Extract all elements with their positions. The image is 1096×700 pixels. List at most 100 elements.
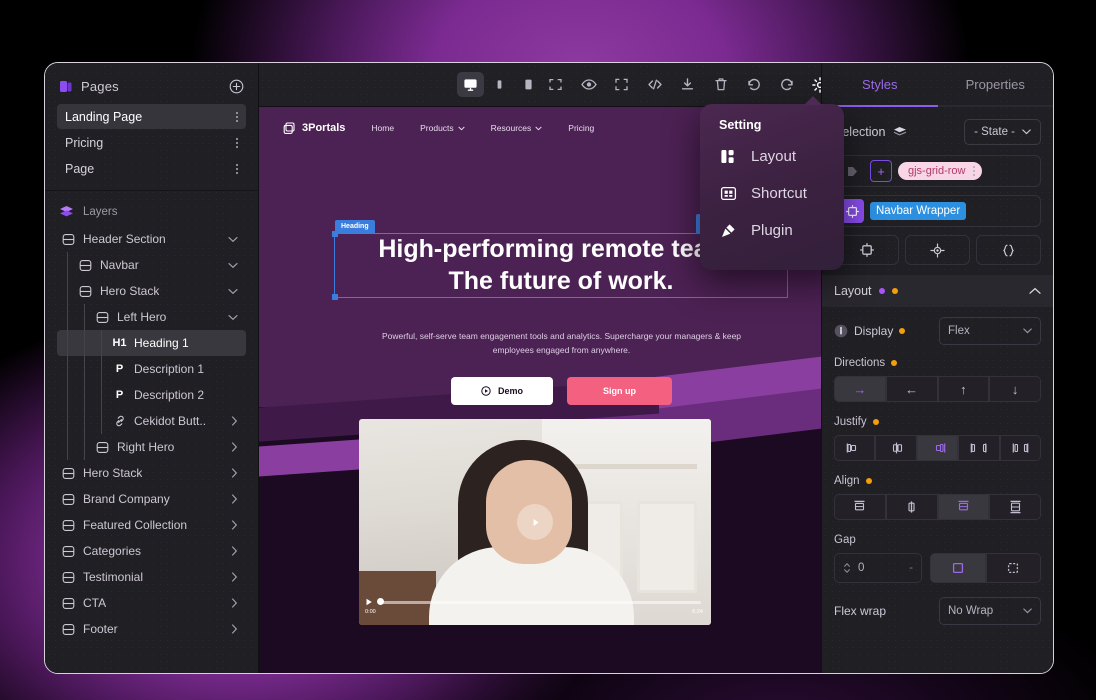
- gap-stepper-icon[interactable]: [843, 562, 851, 574]
- chevron-up-icon[interactable]: [1029, 287, 1041, 295]
- page-item-menu-icon[interactable]: [235, 163, 238, 174]
- class-chip-menu-icon[interactable]: [972, 166, 975, 176]
- add-page-button[interactable]: [229, 79, 244, 94]
- signup-button[interactable]: Sign up: [567, 377, 672, 405]
- align-option-0[interactable]: [834, 494, 886, 520]
- layer-indent-guide: [101, 356, 102, 382]
- redo-button[interactable]: [773, 72, 800, 97]
- chevron-right-icon[interactable]: [231, 572, 238, 582]
- add-class-button[interactable]: +: [870, 160, 892, 182]
- gap-mode-separate[interactable]: [985, 553, 1041, 583]
- left-panel: Pages Landing Page Pricing Page Layers H…: [45, 63, 259, 673]
- layer-item[interactable]: Hero Stack: [57, 278, 246, 304]
- class-chip[interactable]: gjs-grid-row: [898, 162, 983, 180]
- layer-item[interactable]: Footer: [57, 616, 246, 642]
- chevron-right-icon[interactable]: [231, 416, 238, 426]
- device-desktop-button[interactable]: [457, 72, 484, 97]
- align-option-3[interactable]: [989, 494, 1041, 520]
- gap-mode-uniform[interactable]: [930, 553, 986, 583]
- state-dropdown[interactable]: - State -: [964, 119, 1041, 145]
- code-braces-icon-action[interactable]: [976, 235, 1041, 265]
- device-mobile-button[interactable]: [486, 72, 513, 97]
- justify-option-2[interactable]: [916, 435, 959, 461]
- menu-item-layout[interactable]: Layout: [700, 138, 844, 175]
- demo-button[interactable]: Demo: [450, 377, 553, 405]
- chevron-down-icon[interactable]: [228, 262, 238, 269]
- layer-item[interactable]: Categories: [57, 538, 246, 564]
- layer-item[interactable]: Header Section: [57, 226, 246, 252]
- chevron-right-icon[interactable]: [231, 468, 238, 478]
- menu-item-shortcut[interactable]: Shortcut: [700, 175, 844, 212]
- chevron-right-icon[interactable]: [231, 598, 238, 608]
- page-item[interactable]: Page: [57, 156, 246, 181]
- resize-handle-tl[interactable]: [332, 231, 338, 237]
- layout-section-header[interactable]: Layout: [822, 275, 1053, 307]
- layer-item[interactable]: H1 Heading 1: [57, 330, 246, 356]
- site-nav-link[interactable]: Home: [371, 123, 394, 133]
- align-option-2[interactable]: [937, 494, 990, 520]
- layer-item[interactable]: Right Hero: [57, 434, 246, 460]
- layer-item[interactable]: Brand Company: [57, 486, 246, 512]
- hero-video[interactable]: 0:00 6:24: [359, 419, 711, 625]
- resize-handle-bl[interactable]: [332, 294, 338, 300]
- chevron-right-icon[interactable]: [231, 494, 238, 504]
- direction-option-0[interactable]: →: [834, 376, 886, 402]
- site-nav-link[interactable]: Pricing: [568, 123, 594, 133]
- tab-styles[interactable]: Styles: [822, 63, 938, 107]
- layer-item[interactable]: Hero Stack: [57, 460, 246, 486]
- layer-item[interactable]: Testimonial: [57, 564, 246, 590]
- chevron-right-icon[interactable]: [231, 520, 238, 530]
- chevron-right-icon[interactable]: [231, 546, 238, 556]
- site-nav-link[interactable]: Resources: [491, 123, 543, 133]
- chevron-down-icon[interactable]: [228, 314, 238, 321]
- direction-option-3[interactable]: ↓: [989, 376, 1041, 402]
- display-select[interactable]: Flex: [939, 317, 1041, 345]
- layer-item[interactable]: P Description 2: [57, 382, 246, 408]
- video-progress-handle[interactable]: [377, 598, 384, 605]
- video-play-button[interactable]: [517, 504, 553, 540]
- chevron-down-icon[interactable]: [228, 288, 238, 295]
- chevron-right-icon[interactable]: [231, 624, 238, 634]
- code-button[interactable]: [641, 72, 668, 97]
- pages-panel-header: Pages: [57, 75, 246, 104]
- site-brand[interactable]: 3Portals: [283, 121, 345, 135]
- page-item[interactable]: Landing Page: [57, 104, 246, 129]
- component-box-icon: [78, 259, 93, 272]
- flex-wrap-select[interactable]: No Wrap: [939, 597, 1041, 625]
- undo-button[interactable]: [740, 72, 767, 97]
- layer-indent-guide: [84, 330, 85, 356]
- borders-button[interactable]: [542, 72, 569, 97]
- page-item-menu-icon[interactable]: [235, 137, 238, 148]
- device-tablet-button[interactable]: [515, 72, 542, 97]
- info-icon[interactable]: [834, 324, 848, 338]
- import-button[interactable]: [674, 72, 701, 97]
- page-item-menu-icon[interactable]: [235, 111, 238, 122]
- site-nav-link[interactable]: Products: [420, 123, 465, 133]
- hero-description[interactable]: Powerful, self-serve team engagement too…: [369, 329, 754, 357]
- direction-option-2[interactable]: ↑: [937, 376, 990, 402]
- justify-option-1[interactable]: [875, 435, 917, 461]
- justify-option-0[interactable]: [834, 435, 876, 461]
- layer-item[interactable]: Left Hero: [57, 304, 246, 330]
- gap-input[interactable]: 0 -: [834, 553, 922, 583]
- video-progress-bar[interactable]: [379, 601, 701, 604]
- justify-option-3[interactable]: [958, 435, 1000, 461]
- chevron-down-icon[interactable]: [228, 236, 238, 243]
- layer-item[interactable]: P Description 1: [57, 356, 246, 382]
- chevron-right-icon[interactable]: [231, 442, 238, 452]
- layer-item[interactable]: Navbar: [57, 252, 246, 278]
- menu-item-plugin[interactable]: Plugin: [700, 212, 844, 249]
- direction-option-1[interactable]: ←: [885, 376, 938, 402]
- layer-item[interactable]: Cekidot Butt..: [57, 408, 246, 434]
- preview-eye-button[interactable]: [575, 72, 602, 97]
- page-item[interactable]: Pricing: [57, 130, 246, 155]
- tab-properties[interactable]: Properties: [937, 63, 1053, 107]
- target-icon-action[interactable]: [905, 235, 970, 265]
- fullscreen-button[interactable]: [608, 72, 635, 97]
- layer-item[interactable]: Featured Collection: [57, 512, 246, 538]
- trash-button[interactable]: [707, 72, 734, 97]
- justify-option-4[interactable]: [999, 435, 1042, 461]
- align-option-1[interactable]: [885, 494, 938, 520]
- selected-component-chip[interactable]: Navbar Wrapper: [870, 202, 967, 220]
- layer-item[interactable]: CTA: [57, 590, 246, 616]
